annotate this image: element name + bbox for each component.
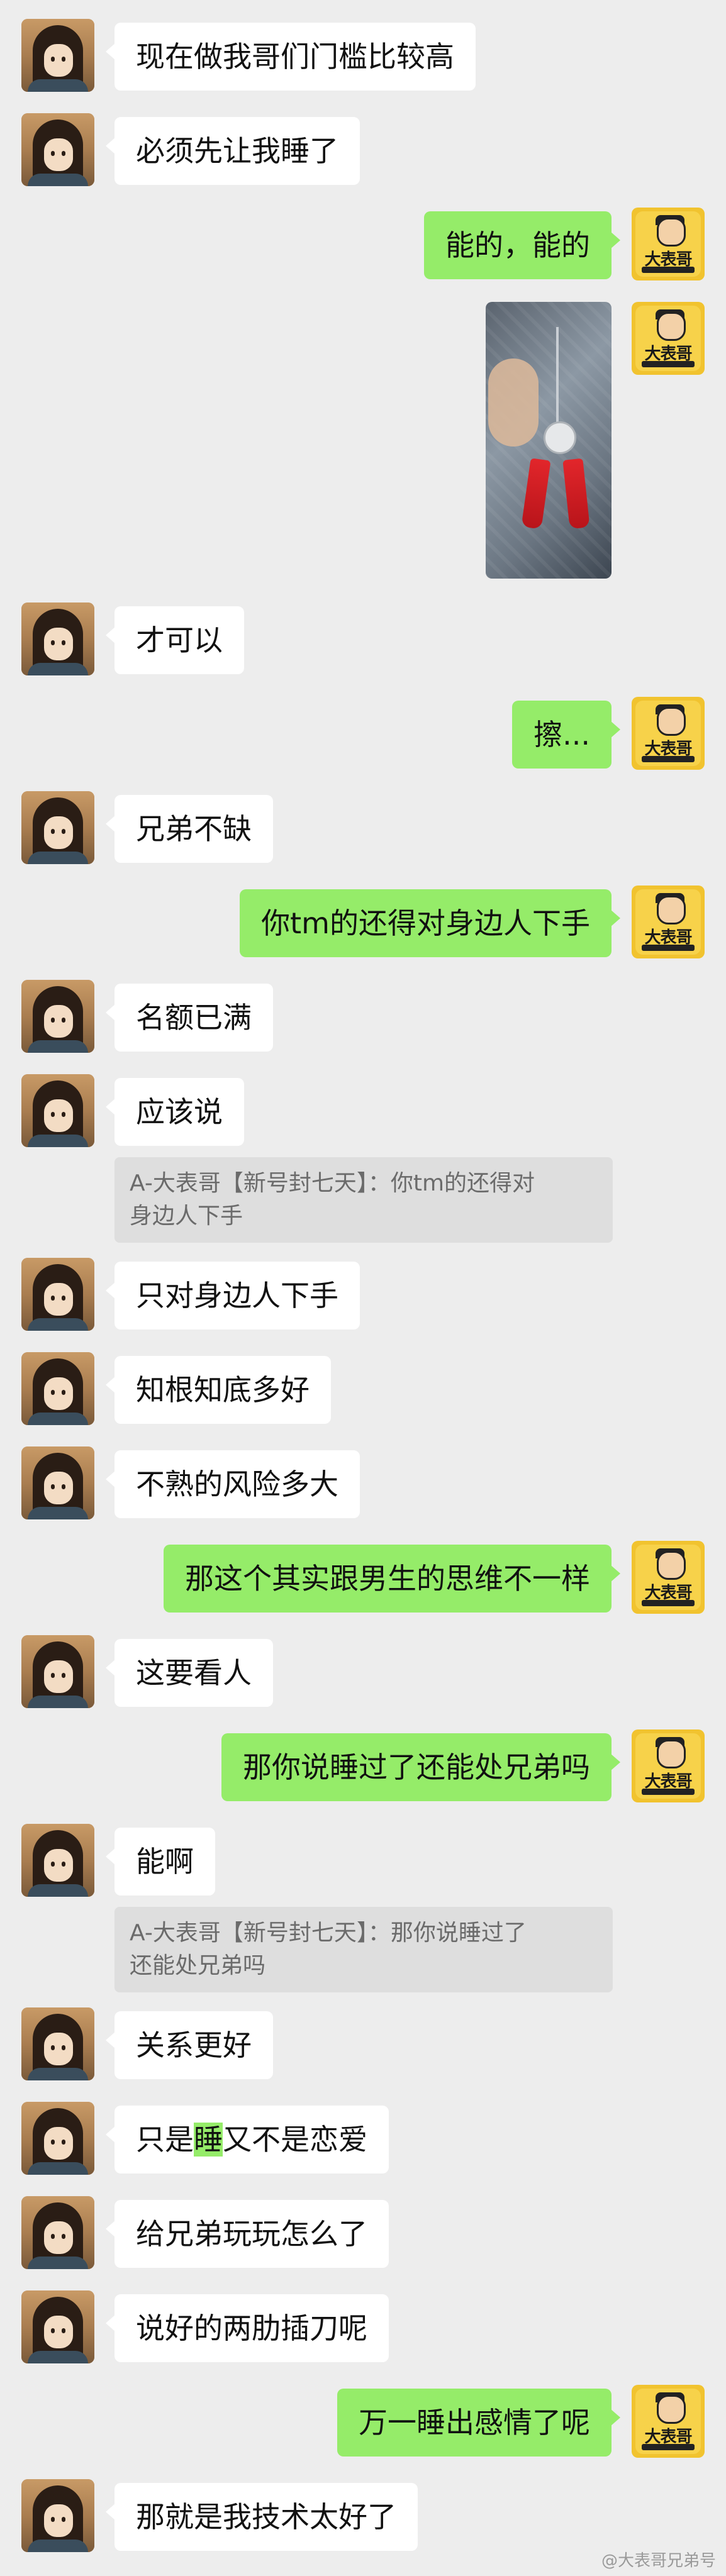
- contact-avatar[interactable]: [21, 1258, 94, 1331]
- contact-avatar[interactable]: [21, 113, 94, 186]
- received-message[interactable]: 这要看人: [106, 1639, 273, 1707]
- my-avatar[interactable]: 大表哥: [632, 1729, 705, 1802]
- quote-line: A-大表哥【新号封七天】：你tm的还得对: [130, 1170, 535, 1196]
- my-avatar[interactable]: 大表哥: [632, 697, 705, 770]
- received-message[interactable]: 只是睡又不是恋爱: [106, 2106, 389, 2174]
- received-message[interactable]: 不熟的风险多大: [106, 1450, 360, 1518]
- received-message[interactable]: 那就是我技术太好了: [106, 2483, 418, 2551]
- message-text: 只是: [136, 2123, 194, 2157]
- received-message[interactable]: 必须先让我睡了: [106, 117, 360, 185]
- received-message[interactable]: 才可以: [106, 606, 244, 674]
- received-message[interactable]: 名额已满: [106, 984, 273, 1052]
- watermark: @大表哥兄弟号: [601, 2551, 716, 2570]
- contact-avatar[interactable]: [21, 1352, 94, 1425]
- contact-avatar[interactable]: [21, 2290, 94, 2363]
- contact-avatar[interactable]: [21, 791, 94, 864]
- quoted-message[interactable]: A-大表哥【新号封七天】：你tm的还得对 身边人下手: [114, 1157, 613, 1243]
- contact-avatar[interactable]: [21, 1824, 94, 1897]
- received-message[interactable]: 能啊: [106, 1828, 215, 1896]
- contact-avatar[interactable]: [21, 2196, 94, 2269]
- quote-line: 还能处兄弟吗: [130, 1953, 266, 1979]
- quote-line: 身边人下手: [130, 1203, 243, 1229]
- contact-avatar[interactable]: [21, 2479, 94, 2552]
- received-message[interactable]: 说好的两肋插刀呢: [106, 2294, 389, 2362]
- contact-avatar[interactable]: [21, 2007, 94, 2080]
- quoted-message[interactable]: A-大表哥【新号封七天】：那你说睡过了 还能处兄弟吗: [114, 1907, 613, 1992]
- my-avatar[interactable]: 大表哥: [632, 1541, 705, 1614]
- received-message[interactable]: 兄弟不缺: [106, 795, 273, 863]
- my-avatar[interactable]: 大表哥: [632, 302, 705, 375]
- received-message[interactable]: 知根知底多好: [106, 1356, 331, 1424]
- my-avatar[interactable]: 大表哥: [632, 886, 705, 958]
- my-avatar[interactable]: 大表哥: [632, 208, 705, 280]
- quote-line: A-大表哥【新号封七天】：那你说睡过了: [130, 1920, 527, 1946]
- selected-text[interactable]: 睡: [194, 2123, 223, 2157]
- contact-avatar[interactable]: [21, 2102, 94, 2175]
- sent-message[interactable]: 能的，能的: [424, 211, 620, 279]
- received-message[interactable]: 现在做我哥们门槛比较高: [106, 23, 476, 91]
- sent-message[interactable]: 擦...: [512, 701, 620, 769]
- sent-message[interactable]: 万一睡出感情了呢: [337, 2389, 620, 2457]
- contact-avatar[interactable]: [21, 602, 94, 675]
- contact-avatar[interactable]: [21, 1635, 94, 1708]
- received-message[interactable]: 应该说: [106, 1078, 244, 1146]
- contact-avatar[interactable]: [21, 980, 94, 1053]
- sent-message[interactable]: 那这个其实跟男生的思维不一样: [164, 1545, 620, 1613]
- received-message[interactable]: 给兄弟玩玩怎么了: [106, 2200, 389, 2268]
- my-avatar[interactable]: 大表哥: [632, 2385, 705, 2458]
- sent-message[interactable]: 那你说睡过了还能处兄弟吗: [221, 1733, 620, 1801]
- contact-avatar[interactable]: [21, 1074, 94, 1147]
- received-message[interactable]: 关系更好: [106, 2011, 273, 2079]
- sent-message[interactable]: 你tm的还得对身边人下手: [240, 889, 620, 957]
- contact-avatar[interactable]: [21, 19, 94, 92]
- contact-avatar[interactable]: [21, 1446, 94, 1519]
- message-text: 又不是恋爱: [223, 2123, 367, 2157]
- received-message[interactable]: 只对身边人下手: [106, 1262, 360, 1330]
- sent-photo[interactable]: [486, 302, 612, 579]
